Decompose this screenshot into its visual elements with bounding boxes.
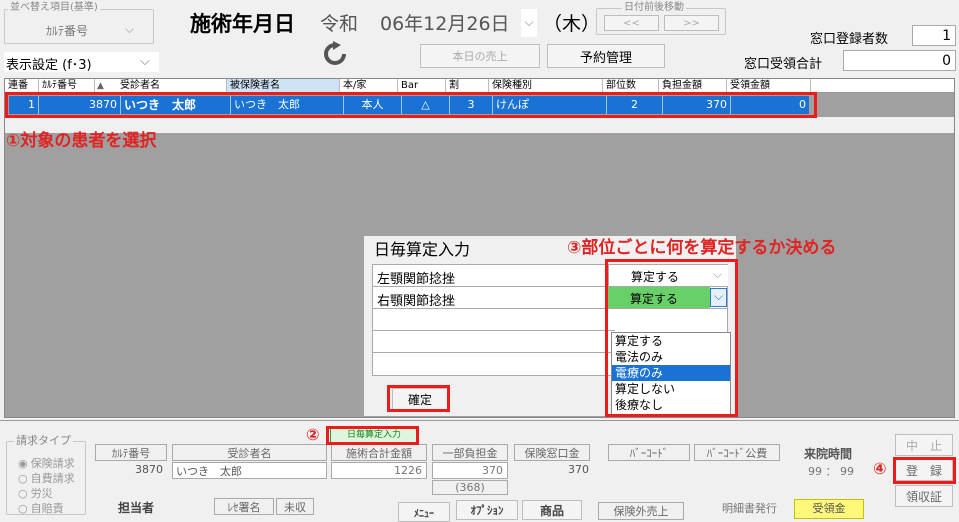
billing-type-label: 請求タイプ	[14, 434, 73, 447]
product-button[interactable]: 商品	[522, 500, 582, 520]
registered-count-field: 1	[912, 25, 956, 46]
accept-button[interactable]: 受領金	[794, 499, 864, 519]
radio-workers-comp[interactable]: ○ 労災	[18, 485, 53, 501]
display-setting-select[interactable]: 表示設定 (f･3) ⌵	[4, 52, 159, 73]
chart-no-label: ｶﾙﾃ番号	[95, 444, 167, 461]
annotation-3: ③部位ごとに何を算定するか決める	[567, 238, 837, 258]
patient-field: いつき 太郎	[172, 462, 327, 479]
barcode-public-field[interactable]: ﾊﾞｰｺｰﾄﾞ公費	[694, 444, 780, 461]
site-name: 右顎関節捻挫	[377, 294, 456, 309]
radio-selected-icon: ◉	[18, 457, 28, 470]
patient-label: 受診者名	[172, 444, 327, 461]
date-dropdown[interactable]: ⌵	[521, 9, 537, 37]
patient-value: いつき 太郎	[176, 464, 242, 478]
partial-field: 370	[432, 462, 508, 479]
radio-icon: ○	[18, 487, 28, 500]
window-label: 保険窓口金	[514, 444, 590, 461]
chevron-down-icon: ⌵	[140, 54, 150, 69]
era-label: 令和	[320, 13, 359, 35]
annotation-box-confirm	[387, 385, 450, 412]
menu-button[interactable]: ﾒﾆｭｰ	[398, 502, 450, 522]
col-header[interactable]: 受領金額	[727, 79, 811, 93]
received-total-field: 0	[843, 50, 956, 71]
bottom-divider	[0, 420, 959, 421]
prev-day-button[interactable]: <<	[604, 15, 659, 31]
annotation-2: ②	[306, 425, 320, 444]
registered-count-value: 1	[942, 27, 951, 44]
receipt-button[interactable]: 領収証	[895, 485, 953, 507]
radio-self-pay[interactable]: ○ 自費請求	[18, 470, 75, 486]
table-header: 連番 ｶﾙﾃ番号 ▲ 受診者名 被保険者名 本/家 Bar 割 保険種別 部位数…	[5, 79, 954, 93]
chevron-down-icon: ⌵	[125, 22, 135, 36]
annotation-box-dropdown	[605, 259, 738, 417]
partial-value: 370	[482, 464, 503, 477]
radio-auto-insurance[interactable]: ○ 自賠責	[18, 500, 64, 516]
unpaid-field[interactable]: 未収	[276, 498, 314, 515]
col-header[interactable]: 被保険者名	[227, 79, 340, 93]
visit-time-value: 99 ： 99	[808, 465, 854, 478]
accept-button-label: 受領金	[812, 502, 846, 515]
col-header[interactable]: 受診者名	[117, 79, 227, 93]
received-total-value: 0	[942, 52, 951, 69]
site-row-empty	[373, 309, 615, 331]
sort-select-value: ｶﾙﾃ番号	[46, 24, 89, 38]
total-field: 1226	[331, 462, 427, 479]
registered-count-label: 窓口登録者数	[810, 32, 889, 47]
annotation-4: ④	[873, 459, 887, 478]
col-header[interactable]: 連番	[5, 79, 39, 93]
total-value: 1226	[394, 464, 422, 477]
radio-label: 保険請求	[30, 457, 75, 470]
radio-label: 労災	[30, 487, 53, 500]
non-insurance-field[interactable]: 保険外売上	[598, 502, 684, 520]
sort-asc-icon: ▲	[97, 81, 104, 91]
receipt-name-field[interactable]: ﾚｾ署名	[214, 498, 274, 515]
daily-calc-title: 日毎算定入力	[374, 240, 471, 259]
annotation-1: ①対象の患者を選択	[6, 131, 157, 151]
annotation-box-daily-calc	[326, 426, 419, 445]
chart-no-value: 3870	[135, 463, 163, 476]
radio-icon: ○	[18, 502, 28, 515]
refresh-icon[interactable]	[322, 41, 352, 69]
date-value[interactable]: 06年12月26日	[380, 9, 510, 36]
option-button[interactable]: ｵﾌﾟｼｮﾝ	[456, 500, 518, 520]
radio-label: 自賠責	[30, 502, 64, 515]
chevron-down-icon: ⌵	[524, 15, 534, 29]
site-name: 左顎関節捻挫	[377, 272, 456, 287]
total-label: 施術合計金額	[331, 444, 427, 461]
partial-sub-field: (368)	[432, 480, 508, 495]
col-header[interactable]: 部位数	[603, 79, 659, 93]
col-header[interactable]: 割	[446, 79, 489, 93]
staff-label: 担当者	[118, 501, 155, 515]
statement-label[interactable]: 明細書発行	[722, 500, 777, 516]
partial-label: 一部負担金	[432, 444, 508, 461]
radio-insurance[interactable]: ◉ 保険請求	[18, 455, 75, 471]
annotation-box-row	[5, 92, 817, 118]
col-header[interactable]: 本/家	[340, 79, 398, 93]
window-value: 370	[568, 463, 589, 476]
next-day-button[interactable]: >>	[664, 15, 719, 31]
reservation-button[interactable]: 予約管理	[547, 44, 665, 68]
col-header[interactable]: Bar	[398, 79, 446, 93]
date-label: 施術年月日	[190, 12, 295, 36]
site-row-empty	[373, 331, 615, 353]
radio-icon: ○	[18, 472, 28, 485]
sort-group-label: 並べ替え項目(基準)	[8, 2, 100, 14]
received-total-label: 窓口受領合計	[744, 57, 823, 72]
weekday-label: （木）	[543, 13, 601, 35]
col-header[interactable]: 負担金額	[659, 79, 727, 93]
date-nav-label: 日付前後移動	[622, 2, 686, 14]
stop-button[interactable]: 中 止	[895, 434, 953, 456]
col-header[interactable]: 保険種別	[489, 79, 603, 93]
today-sales-button[interactable]: 本日の売上	[420, 44, 540, 68]
visit-time-label: 来院時間	[804, 447, 853, 461]
site-row-empty	[373, 353, 615, 375]
barcode-field[interactable]: ﾊﾞｰｺｰﾄﾞ	[608, 444, 690, 461]
sort-select[interactable]: ｶﾙﾃ番号 ⌵	[40, 20, 150, 38]
col-header[interactable]: ｶﾙﾃ番号	[39, 79, 95, 93]
radio-label: 自費請求	[30, 472, 75, 485]
display-setting-value: 表示設定 (f･3)	[6, 58, 92, 73]
annotation-box-register	[893, 457, 956, 484]
partial-sub-value: (368)	[455, 481, 485, 494]
